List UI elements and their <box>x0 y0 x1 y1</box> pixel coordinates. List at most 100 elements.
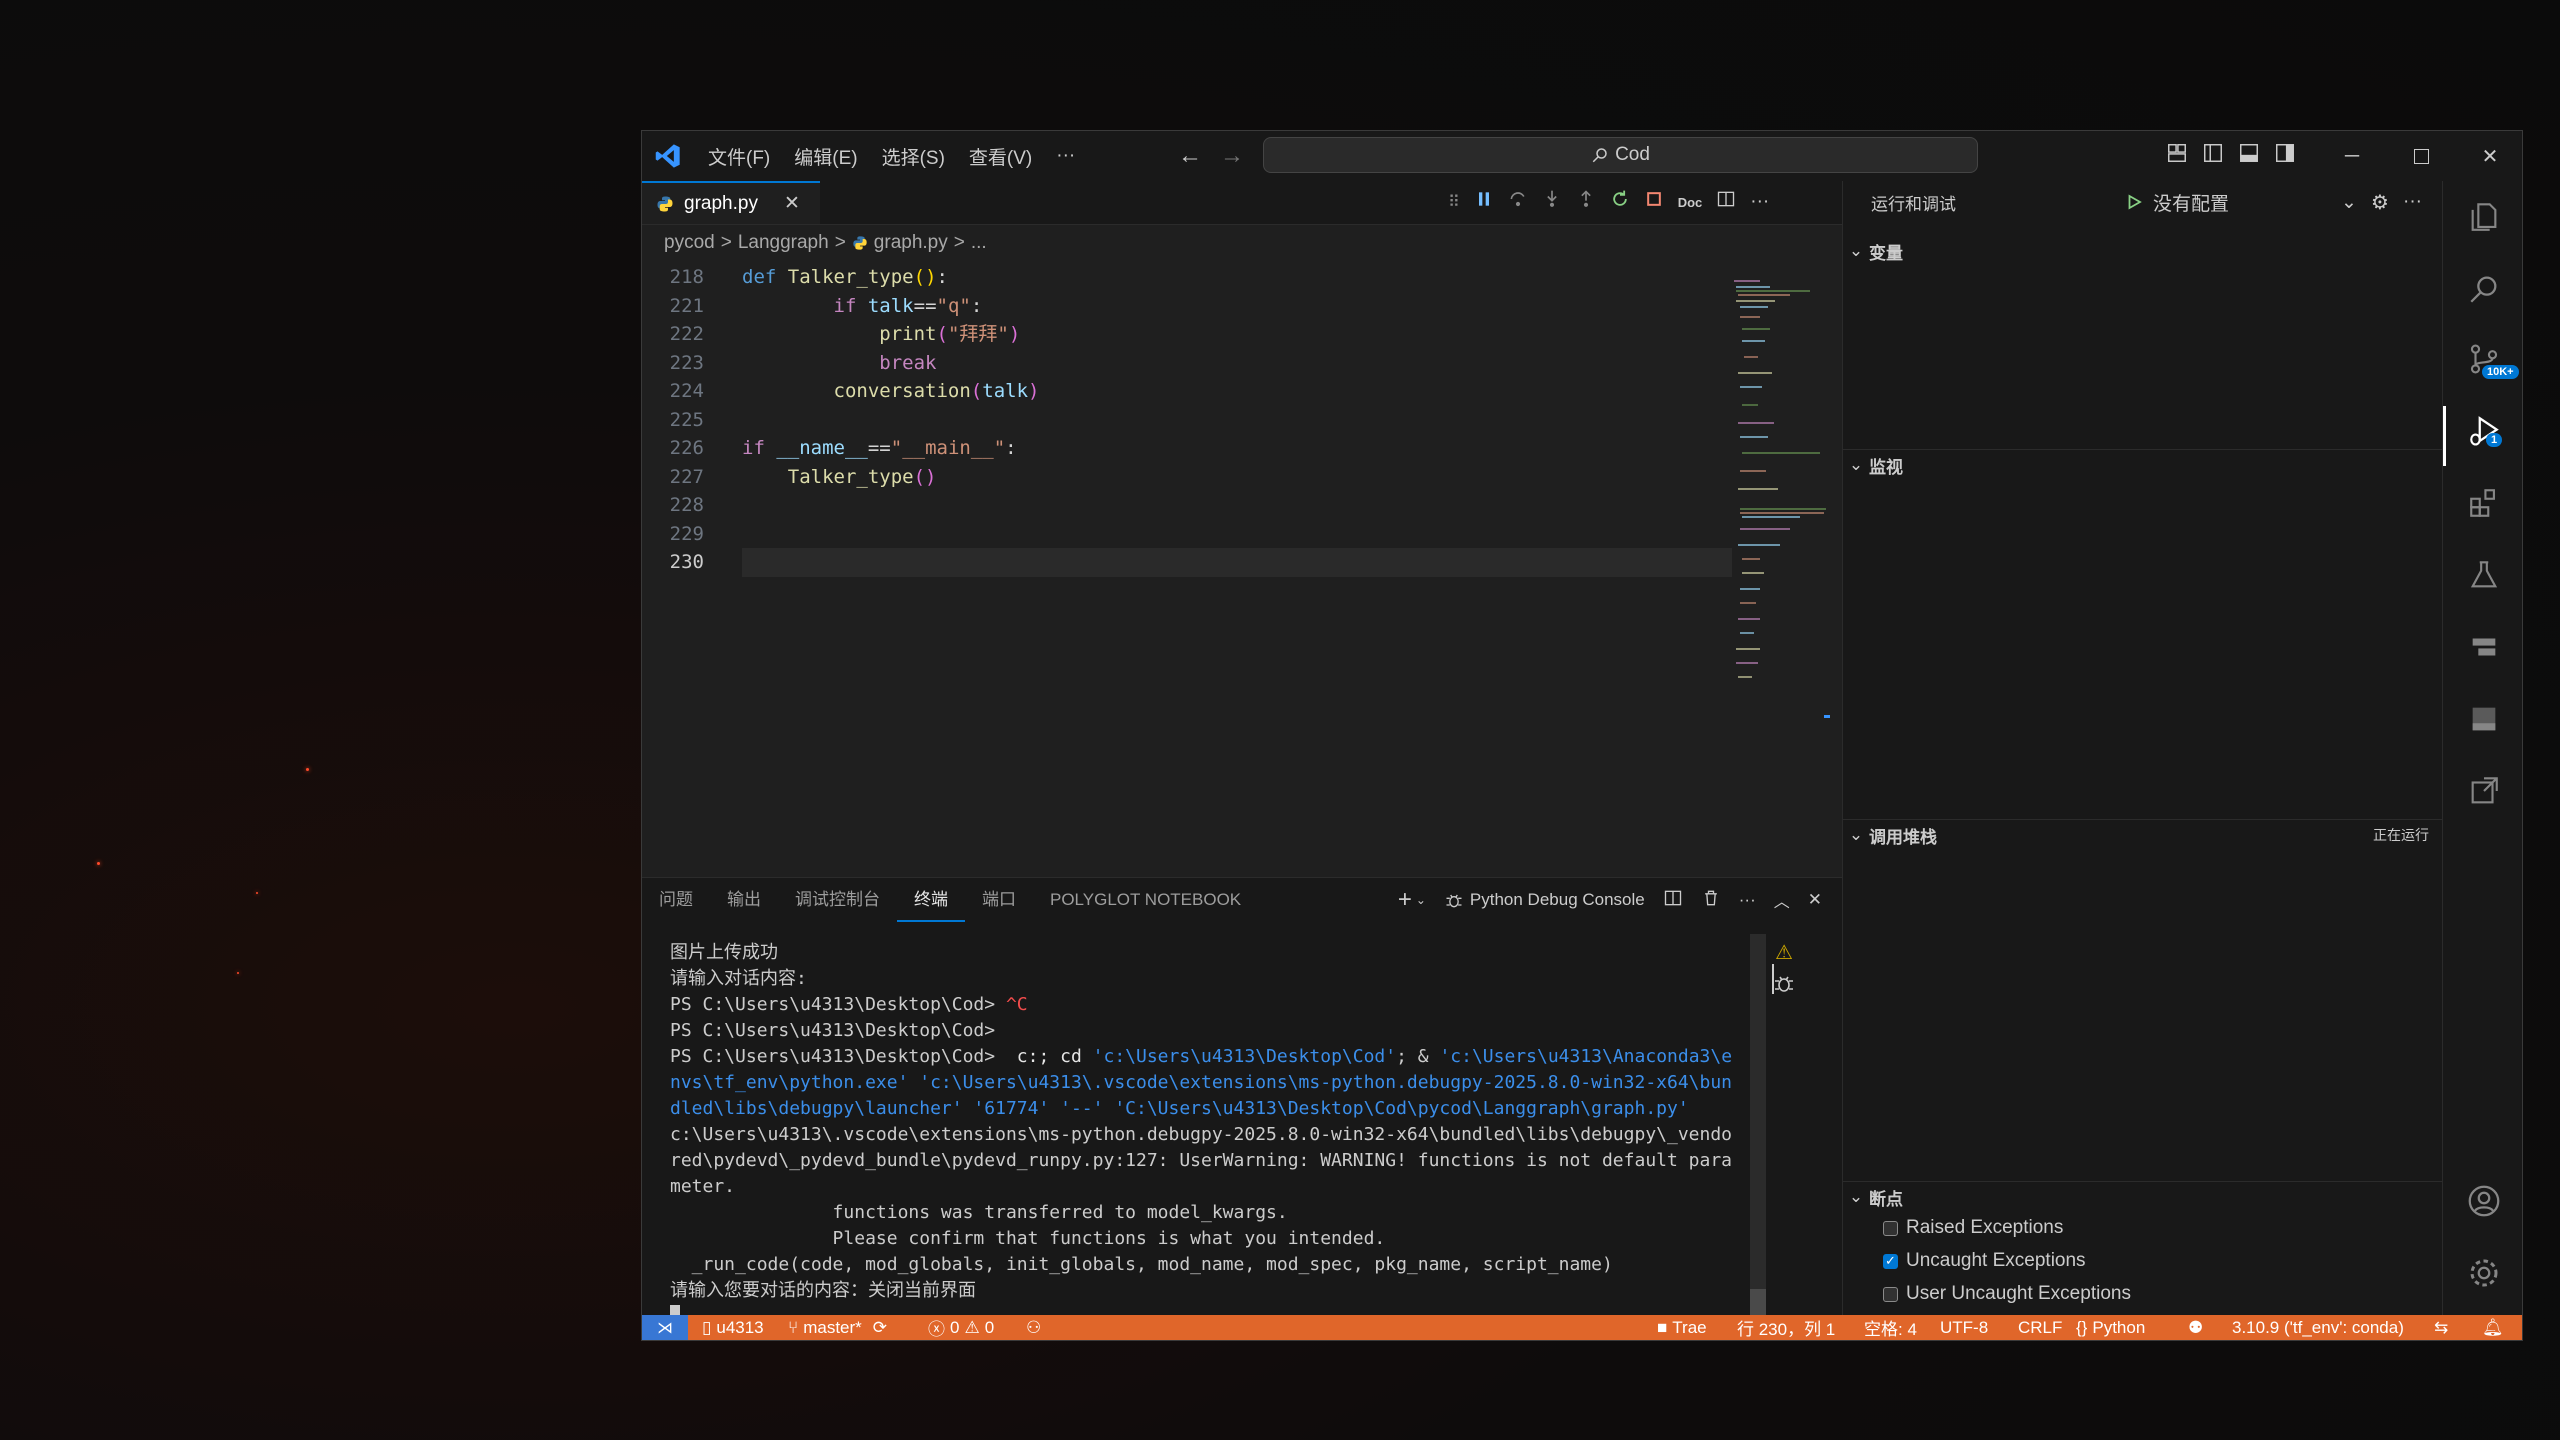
menu-edit[interactable]: 编辑(E) <box>782 143 869 170</box>
extensions-icon[interactable] <box>2464 483 2504 523</box>
split-editor-icon[interactable] <box>1716 189 1736 215</box>
branch-icon: ⑂ <box>788 1317 799 1337</box>
notifications-bell-icon[interactable]: 🔔︎ <box>2482 1315 2504 1340</box>
more-actions-icon[interactable]: ··· <box>1739 890 1756 910</box>
pause-icon[interactable] <box>1474 189 1494 215</box>
background-spark <box>256 892 258 894</box>
menu-selection[interactable]: 选择(S) <box>870 143 957 170</box>
menu-more[interactable]: ··· <box>1044 145 1087 167</box>
toggle-primary-sidebar-icon[interactable] <box>2202 142 2224 170</box>
terminal-selector[interactable]: Python Debug Console <box>1444 890 1645 910</box>
breadcrumb-langgraph[interactable]: Langgraph <box>738 232 829 254</box>
code-editor[interactable]: 218 def Talker_type(): 221 if talk=="q": … <box>642 263 1732 577</box>
section-watch[interactable]: ⌄ 监视 <box>1843 449 2443 480</box>
panel-view-icon[interactable] <box>2464 699 2504 739</box>
tab-ports[interactable]: 端口 <box>965 878 1033 922</box>
breadcrumb-graph-py[interactable]: graph.py <box>874 232 948 254</box>
minimap[interactable] <box>1730 277 1830 727</box>
tab-problems[interactable]: 问题 <box>642 878 710 922</box>
back-arrow-icon[interactable]: ← <box>1178 142 1202 170</box>
settings-gear-icon[interactable] <box>2464 1253 2504 1293</box>
status-indentation[interactable]: 空格: 4 <box>1864 1315 1917 1340</box>
step-over-icon[interactable] <box>1508 189 1528 215</box>
search-icon[interactable] <box>2464 269 2504 309</box>
step-into-icon[interactable] <box>1542 189 1562 215</box>
run-and-debug-icon[interactable]: 1 <box>2464 411 2504 451</box>
run-config-selector[interactable]: 没有配置 <box>2125 189 2229 216</box>
breakpoint-raised-exceptions[interactable]: Raised Exceptions <box>1883 1214 2063 1242</box>
status-encoding[interactable]: UTF-8 <box>1940 1315 1988 1340</box>
remote-explorer-icon[interactable] <box>2464 627 2504 667</box>
checkbox[interactable] <box>1883 1286 1898 1302</box>
close-panel-icon[interactable]: ✕ <box>1808 890 1822 910</box>
chevron-down-icon[interactable]: ⌄ <box>1416 893 1426 907</box>
section-breakpoints[interactable]: ⌄ 断点 <box>1843 1181 2443 1212</box>
export-icon[interactable] <box>2464 771 2504 811</box>
maximize-button[interactable] <box>2391 131 2451 181</box>
testing-flask-icon[interactable] <box>2464 555 2504 595</box>
title-bar: 文件(F) 编辑(E) 选择(S) 查看(V) ··· ← → Cod ─ ✕ <box>642 131 2522 182</box>
customize-layout-icon[interactable] <box>2166 142 2188 170</box>
breadcrumb-symbol[interactable]: ... <box>971 232 987 254</box>
line-number: 218 <box>669 266 704 288</box>
maximize-panel-icon[interactable]: ︿ <box>1774 888 1790 912</box>
status-problems[interactable]: ⓧ 0 ⚠ 0 <box>928 1315 994 1340</box>
copilot-icon[interactable]: ⚉ <box>2188 1315 2203 1340</box>
search-icon <box>1592 148 1607 163</box>
toggle-panel-icon[interactable] <box>2238 142 2260 170</box>
section-call-stack[interactable]: ⌄ 调用堆栈 正在运行 <box>1843 819 2443 850</box>
debug-status-icon[interactable]: ⚇ <box>1026 1315 1041 1340</box>
status-branch[interactable]: ⑂ master* ⟳ <box>788 1315 887 1340</box>
checkbox[interactable] <box>1883 1220 1898 1236</box>
more-actions-icon[interactable]: ··· <box>2403 191 2422 213</box>
split-terminal-icon[interactable] <box>1663 888 1683 913</box>
close-tab-icon[interactable]: ✕ <box>784 192 800 215</box>
forward-arrow-icon[interactable]: → <box>1220 142 1244 170</box>
bug-icon[interactable] <box>1772 971 1796 1001</box>
chevron-down-icon: ⌄ <box>1848 1187 1864 1206</box>
status-language[interactable]: {} Python <box>2076 1315 2145 1340</box>
bottom-panel: 问题 输出 调试控制台 终端 端口 POLYGLOT NOTEBOOK + ⌄ … <box>642 877 1842 1329</box>
command-center-search[interactable]: Cod <box>1263 137 1978 173</box>
chevron-down-icon[interactable]: ⌄ <box>2341 191 2357 214</box>
warning-icon[interactable]: ⚠ <box>1775 940 1793 965</box>
breakpoint-user-uncaught-exceptions[interactable]: User Uncaught Exceptions <box>1883 1280 2131 1308</box>
status-position[interactable]: 行 230，列 1 <box>1737 1315 1835 1340</box>
menu-file[interactable]: 文件(F) <box>696 143 782 170</box>
status-eol[interactable]: CRLF <box>2018 1315 2062 1340</box>
status-interpreter[interactable]: 3.10.9 ('tf_env': conda) <box>2232 1315 2404 1340</box>
braces-icon: {} <box>2076 1317 2088 1337</box>
status-user[interactable]: ▯ u4313 <box>702 1315 764 1340</box>
menu-view[interactable]: 查看(V) <box>957 143 1044 170</box>
section-variables[interactable]: ⌄ 变量 <box>1843 236 2443 266</box>
tab-graph-py[interactable]: graph.py ✕ <box>642 181 820 224</box>
new-terminal-icon[interactable]: + <box>1398 886 1412 914</box>
step-out-icon[interactable] <box>1576 189 1596 215</box>
feedback-icon[interactable]: ⇆ <box>2434 1315 2448 1340</box>
restart-icon[interactable] <box>1610 189 1630 215</box>
checkbox-checked[interactable]: ✓ <box>1883 1253 1898 1269</box>
stop-icon[interactable] <box>1644 189 1664 215</box>
minimize-button[interactable]: ─ <box>2322 131 2382 181</box>
explorer-icon[interactable] <box>2464 197 2504 237</box>
trash-icon[interactable] <box>1701 888 1721 913</box>
tab-polyglot-notebook[interactable]: POLYGLOT NOTEBOOK <box>1033 878 1258 922</box>
terminal-output[interactable]: 图片上传成功 请输入对话内容: PS C:\Users\u4313\Deskto… <box>670 940 1750 1330</box>
remote-indicator-icon[interactable]: ⋊ <box>642 1315 688 1340</box>
doc-button[interactable]: Doc <box>1678 195 1703 210</box>
section-title: 变量 <box>1869 243 1903 263</box>
account-icon[interactable] <box>2464 1181 2504 1221</box>
more-actions-icon[interactable]: ··· <box>1750 191 1769 213</box>
tab-output[interactable]: 输出 <box>710 878 778 922</box>
gear-icon[interactable]: ⚙ <box>2371 190 2389 215</box>
toggle-secondary-sidebar-icon[interactable] <box>2274 142 2296 170</box>
tab-debug-console[interactable]: 调试控制台 <box>778 878 897 922</box>
breadcrumb-pycod[interactable]: pycod <box>664 232 715 254</box>
breakpoint-uncaught-exceptions[interactable]: ✓ Uncaught Exceptions <box>1883 1247 2086 1275</box>
source-control-icon[interactable]: 10K+ <box>2464 339 2519 379</box>
status-trae[interactable]: ■ Trae <box>1657 1315 1707 1340</box>
tab-terminal[interactable]: 终端 <box>897 878 965 922</box>
terminal-scrollbar[interactable] <box>1750 934 1766 1319</box>
drag-handle-icon[interactable]: ⠿ <box>1448 192 1460 212</box>
close-window-button[interactable]: ✕ <box>2460 131 2520 181</box>
